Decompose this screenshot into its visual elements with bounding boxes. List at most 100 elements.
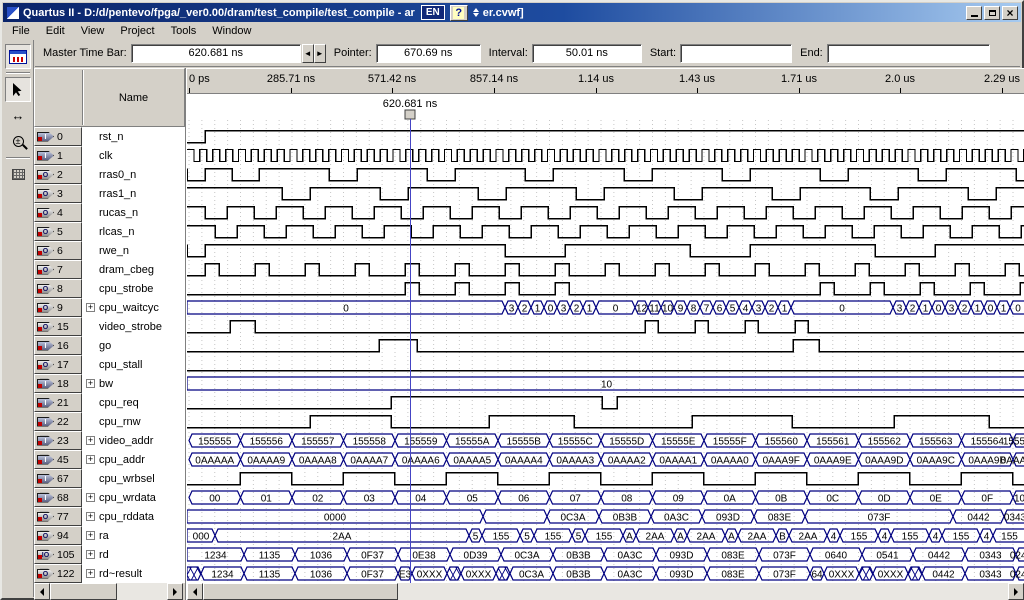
signal-id-cell[interactable]: O3 (34, 184, 82, 203)
signal-row-cpu_waitcyc[interactable]: O9+cpu_waitcyc (34, 298, 185, 317)
signal-row-cpu_wrbsel[interactable]: I67cpu_wrbsel (34, 469, 185, 488)
signal-name-cell[interactable]: rucas_n (82, 203, 185, 222)
signal-id-cell[interactable]: I1 (34, 146, 82, 165)
signal-row-cpu_addr[interactable]: I45+cpu_addr (34, 450, 185, 469)
menu-tools[interactable]: Tools (163, 24, 205, 39)
signal-name-cell[interactable]: +bw (82, 374, 185, 393)
signal-name-cell[interactable]: +rd~result (82, 564, 185, 583)
zoom-tool-button[interactable]: ± (5, 129, 31, 154)
signal-id-cell[interactable]: I68 (34, 488, 82, 507)
signal-id-cell[interactable]: I45 (34, 450, 82, 469)
master-time-bar-field[interactable]: 620.681 ns (131, 44, 301, 63)
scrollbar-thumb[interactable] (203, 583, 398, 600)
scroll-right-button[interactable] (167, 583, 183, 600)
signal-id-cell[interactable]: I67 (34, 469, 82, 488)
expand-plus-icon[interactable]: + (86, 569, 95, 578)
signal-row-ra[interactable]: O94+ra (34, 526, 185, 545)
signal-id-cell[interactable]: I23 (34, 431, 82, 450)
signal-id-cell[interactable]: O7 (34, 260, 82, 279)
signal-row-cpu_wrdata[interactable]: I68+cpu_wrdata (34, 488, 185, 507)
signal-id-cell[interactable]: I16 (34, 336, 82, 355)
expand-plus-icon[interactable]: + (86, 531, 95, 540)
name-panel-hscrollbar[interactable] (34, 583, 183, 600)
signal-id-cell[interactable]: I18 (34, 374, 82, 393)
new-waveform-editor-button[interactable] (5, 44, 31, 69)
signal-name-cell[interactable]: +cpu_waitcyc (82, 298, 185, 317)
spin-left-button[interactable]: ◄ (302, 44, 314, 63)
signal-name-cell[interactable]: rras1_n (82, 184, 185, 203)
timeline-ruler[interactable]: 0 ps285.71 ns571.42 ns857.14 ns1.14 us1.… (187, 68, 1024, 94)
signal-name-cell[interactable]: rst_n (82, 127, 185, 146)
signal-row-rd[interactable]: IO105+rd (34, 545, 185, 564)
signal-id-cell[interactable]: O77 (34, 507, 82, 526)
master-time-bar[interactable]: 620.681 ns (383, 98, 438, 119)
restore-button[interactable] (984, 6, 1000, 20)
signal-name-cell[interactable]: video_strobe (82, 317, 185, 336)
pointer-field[interactable]: 670.69 ns (376, 44, 481, 63)
waveform-canvas-holder[interactable]: 620.681 ns032103210121110987654321032103… (187, 94, 1024, 588)
expand-plus-icon[interactable]: + (86, 379, 95, 388)
menu-window[interactable]: Window (204, 24, 259, 39)
signal-row-clk[interactable]: I1clk (34, 146, 185, 165)
signal-name-cell[interactable]: rwe_n (82, 241, 185, 260)
scroll-left-button[interactable] (187, 583, 203, 600)
signal-name-cell[interactable]: cpu_req (82, 393, 185, 412)
signal-row-cpu_stall[interactable]: O17cpu_stall (34, 355, 185, 374)
expand-plus-icon[interactable]: + (86, 436, 95, 445)
signal-row-rwe_n[interactable]: O6rwe_n (34, 241, 185, 260)
signal-row-rst_n[interactable]: I0rst_n (34, 127, 185, 146)
signal-row-bw[interactable]: I18+bw (34, 374, 185, 393)
signal-name-cell[interactable]: go (82, 336, 185, 355)
pointer-tool-button[interactable] (5, 77, 31, 102)
scroll-right-button[interactable] (1008, 583, 1024, 600)
expand-plus-icon[interactable]: + (86, 455, 95, 464)
help-icon[interactable]: ? (450, 5, 468, 21)
signal-id-cell[interactable]: O15 (34, 317, 82, 336)
signal-name-cell[interactable]: cpu_stall (82, 355, 185, 374)
signal-name-cell[interactable]: rras0_n (82, 165, 185, 184)
full-screen-button[interactable] (5, 162, 31, 187)
signal-row-rras0_n[interactable]: O2rras0_n (34, 165, 185, 184)
signal-row-cpu_req[interactable]: I21cpu_req (34, 393, 185, 412)
signal-id-cell[interactable]: O5 (34, 222, 82, 241)
signal-id-cell[interactable]: I22 (34, 412, 82, 431)
signal-name-cell[interactable]: rlcas_n (82, 222, 185, 241)
signal-row-go[interactable]: I16go (34, 336, 185, 355)
language-indicator[interactable]: EN (421, 5, 445, 20)
signal-id-cell[interactable]: IO105 (34, 545, 82, 564)
end-field[interactable] (827, 44, 990, 63)
signal-name-cell[interactable]: +ra (82, 526, 185, 545)
signal-name-cell[interactable]: +cpu_rddata (82, 507, 185, 526)
signal-id-cell[interactable]: O17 (34, 355, 82, 374)
signal-id-cell[interactable]: O94 (34, 526, 82, 545)
waveform-canvas[interactable]: 620.681 ns032103210121110987654321032103… (187, 94, 1024, 583)
signal-name-cell[interactable]: cpu_rnw (82, 412, 185, 431)
menu-file[interactable]: File (4, 24, 38, 39)
scroll-left-button[interactable] (34, 583, 50, 600)
interval-field[interactable]: 50.01 ns (532, 44, 642, 63)
signal-id-cell[interactable]: O8 (34, 279, 82, 298)
signal-id-cell[interactable]: O4 (34, 203, 82, 222)
signal-row-rlcas_n[interactable]: O5rlcas_n (34, 222, 185, 241)
expand-plus-icon[interactable]: + (86, 550, 95, 559)
signal-id-cell[interactable]: I0 (34, 127, 82, 146)
signal-name-cell[interactable]: clk (82, 146, 185, 165)
signal-id-cell[interactable]: O122 (34, 564, 82, 583)
expand-plus-icon[interactable]: + (86, 512, 95, 521)
waveform-hscrollbar[interactable] (187, 583, 1024, 600)
menu-project[interactable]: Project (112, 24, 162, 39)
scrollbar-thumb[interactable] (50, 583, 117, 600)
signal-row-dram_cbeg[interactable]: O7dram_cbeg (34, 260, 185, 279)
signal-name-cell[interactable]: +cpu_wrdata (82, 488, 185, 507)
menu-edit[interactable]: Edit (38, 24, 73, 39)
signal-id-cell[interactable]: O6 (34, 241, 82, 260)
signal-row-cpu_strobe[interactable]: O8cpu_strobe (34, 279, 185, 298)
language-bar-expand-icon[interactable] (473, 8, 479, 17)
signal-row-video_addr[interactable]: I23+video_addr (34, 431, 185, 450)
signal-row-rras1_n[interactable]: O3rras1_n (34, 184, 185, 203)
expand-plus-icon[interactable]: + (86, 303, 95, 312)
signal-row-video_strobe[interactable]: O15video_strobe (34, 317, 185, 336)
menu-view[interactable]: View (73, 24, 113, 39)
start-field[interactable] (680, 44, 792, 63)
signal-name-cell[interactable]: +video_addr (82, 431, 185, 450)
